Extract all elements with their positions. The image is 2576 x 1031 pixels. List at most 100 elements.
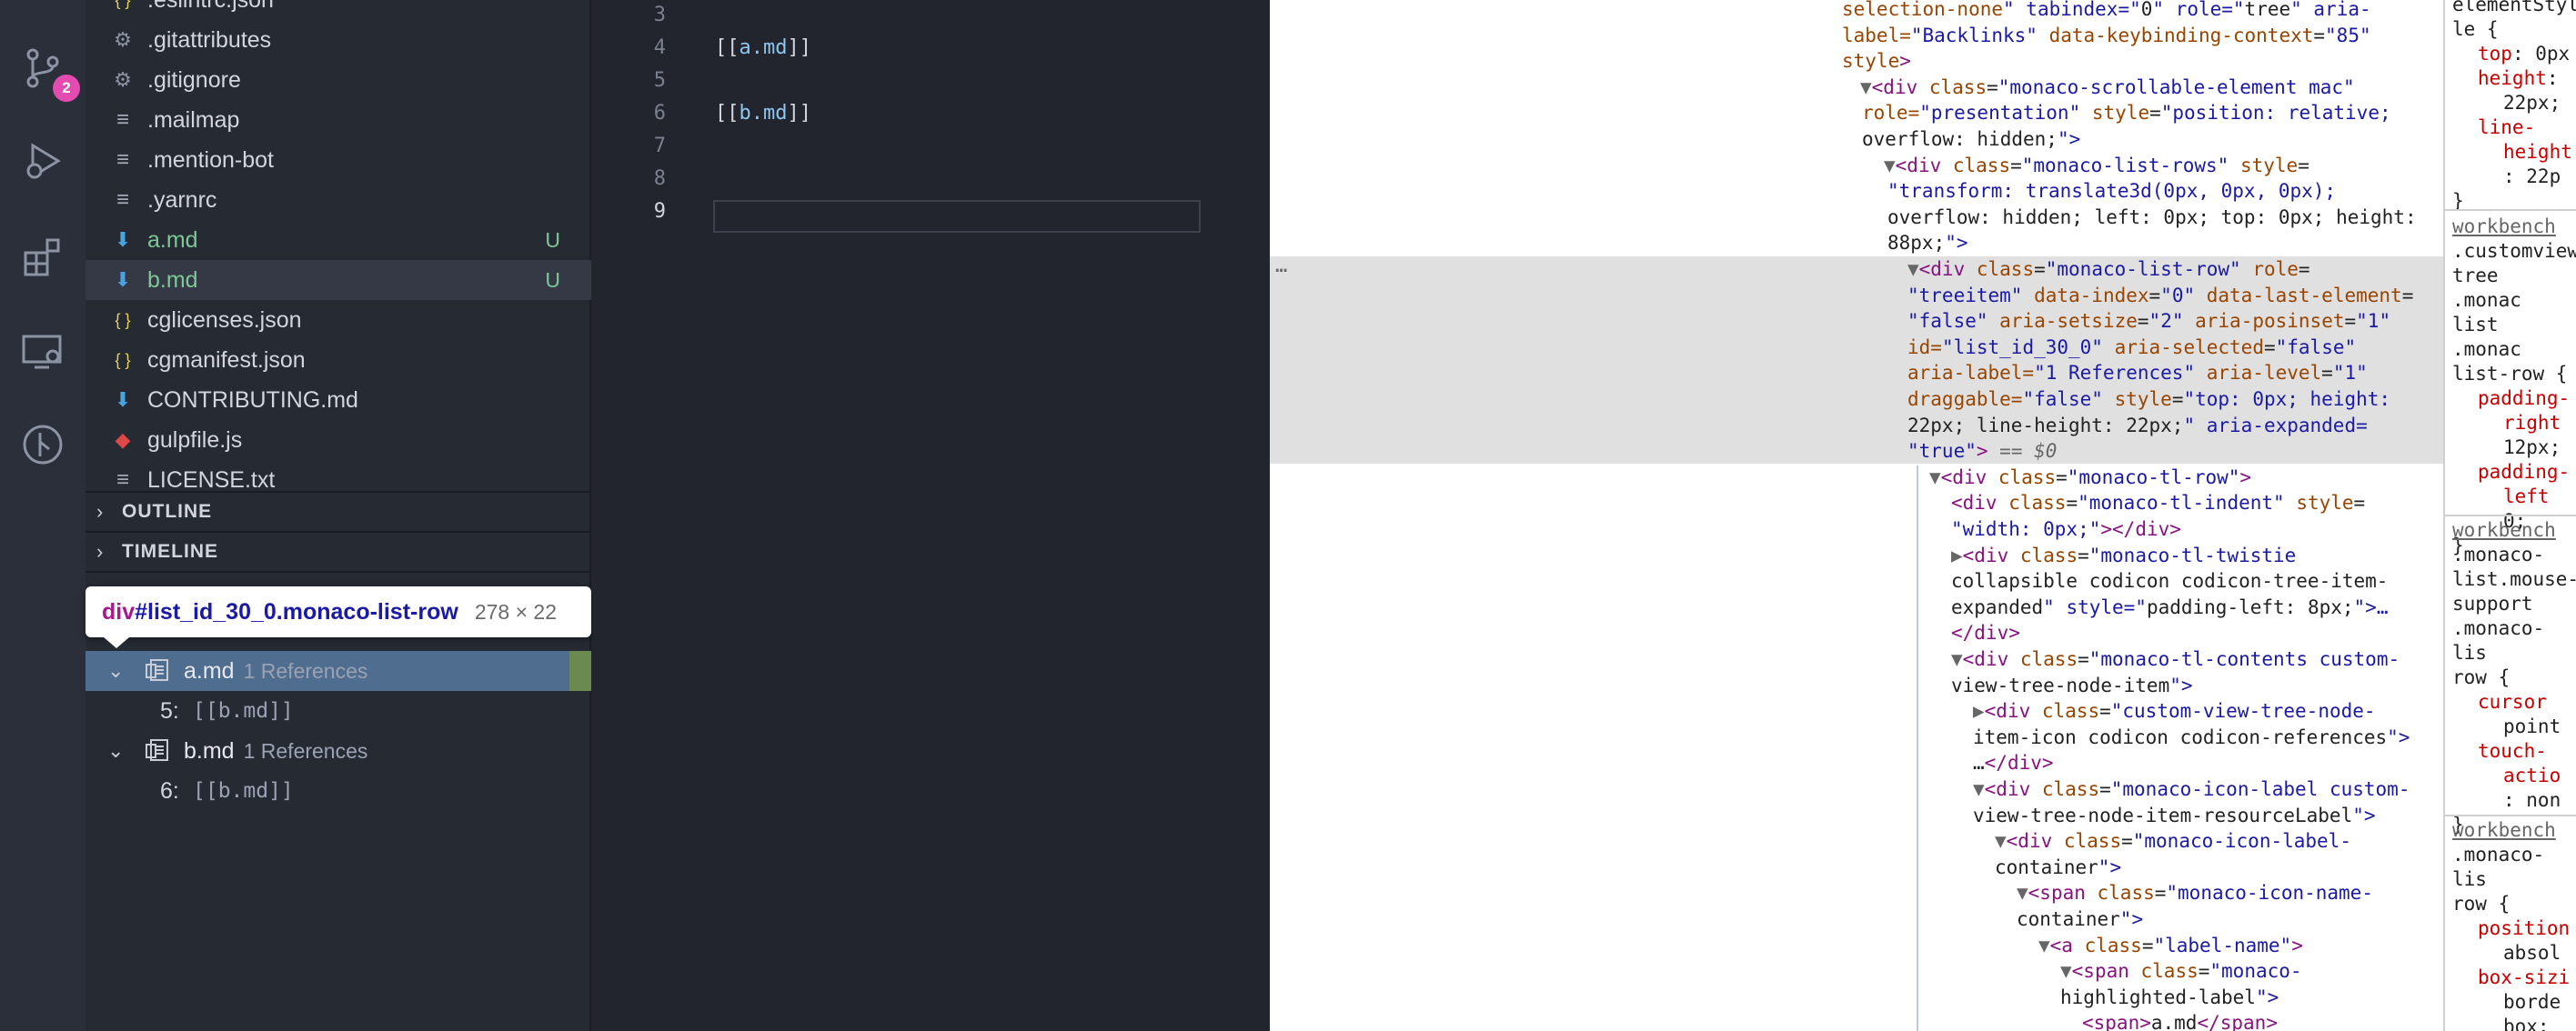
file-row[interactable]: ⬇ a.md U <box>86 220 591 260</box>
dom-node-selected[interactable]: ▼<div class="monaco-list-row" role= <box>1270 256 2443 282</box>
style-property[interactable]: right <box>2452 411 2576 435</box>
dom-node-line[interactable]: item-icon codicon codicon-references"> <box>1270 725 2443 750</box>
dom-node-selected[interactable]: 22px; line-height: 22px;" aria-expanded= <box>1270 412 2443 438</box>
stylesheet-link[interactable]: workbench <box>2452 518 2576 543</box>
dom-ellipsis[interactable]: … <box>1275 255 1287 277</box>
dom-node-line[interactable]: </div> <box>1270 620 2443 646</box>
wiki-link[interactable]: a.md <box>740 36 788 59</box>
dom-node-line[interactable]: role="presentation" style="position: rel… <box>1270 100 2443 125</box>
dom-node-line[interactable]: label="Backlinks" data-keybinding-contex… <box>1270 23 2443 48</box>
dom-node-line[interactable]: overflow: hidden; left: 0px; top: 0px; h… <box>1270 205 2443 230</box>
style-property[interactable]: box-sizi <box>2452 966 2576 990</box>
dom-node-line[interactable]: "transform: translate3d(0px, 0px, 0px); <box>1270 178 2443 204</box>
elements-tree[interactable]: selection-none" tabindex="0" role="tree"… <box>1270 0 2443 1031</box>
backlink-line-row[interactable]: 6: [[b.md]] <box>86 771 591 811</box>
dom-node-line[interactable]: ▼<div class="monaco-tl-row"> <box>1270 465 2443 490</box>
dom-node-selected[interactable]: "false" aria-setsize="2" aria-posinset="… <box>1270 308 2443 335</box>
style-property[interactable]: touch- <box>2452 739 2576 764</box>
editor-line[interactable]: 4 [[a.md]] <box>593 36 1270 69</box>
dom-node-line[interactable]: "width: 0px;"></div> <box>1270 516 2443 542</box>
backlink-line-row[interactable]: 5: [[b.md]] <box>86 691 591 731</box>
backlink-file-row[interactable]: ⌄ b.md 1 References <box>86 731 591 771</box>
dom-node-selected[interactable]: aria-label="1 References" aria-level="1" <box>1270 360 2443 386</box>
file-row[interactable]: { } .eslintrc.json <box>86 0 591 20</box>
style-property[interactable]: height <box>2478 67 2547 89</box>
extensions-icon[interactable] <box>18 233 67 282</box>
file-row[interactable]: ⚙ .gitignore <box>86 60 591 100</box>
style-value[interactable]: : 22p <box>2452 165 2576 189</box>
style-value[interactable]: box; <box>2452 1015 2576 1031</box>
dom-node-line[interactable]: view-tree-node-item-resourceLabel"> <box>1270 803 2443 828</box>
dom-node-line[interactable]: ▶<div class="monaco-tl-twistie <box>1270 543 2443 568</box>
style-value[interactable]: borde <box>2452 990 2576 1015</box>
editor-line[interactable]: 3 <box>593 4 1270 36</box>
dom-node-selected[interactable]: "treeitem" data-index="0" data-last-elem… <box>1270 282 2443 308</box>
wiki-link[interactable]: b.md <box>740 102 788 125</box>
file-row[interactable]: { } cglicenses.json <box>86 300 591 340</box>
dom-node-line[interactable]: ▼<div class="monaco-icon-label custom- <box>1270 776 2443 802</box>
dom-node-line[interactable]: container"> <box>1270 906 2443 932</box>
dom-node-line[interactable]: ▼<div class="monaco-icon-label- <box>1270 828 2443 854</box>
style-property[interactable]: line- <box>2452 115 2576 140</box>
dom-node-line[interactable]: ▼<div class="monaco-tl-contents custom- <box>1270 646 2443 672</box>
editor-line[interactable]: 7 <box>593 135 1270 167</box>
dom-node-selected[interactable]: "true"> == $0 <box>1270 438 2443 465</box>
file-row[interactable]: ⬇ CONTRIBUTING.md <box>86 380 591 420</box>
dom-node-line[interactable]: style> <box>1270 48 2443 74</box>
run-debug-icon[interactable] <box>18 136 67 185</box>
dom-node-line[interactable]: expanded" style="padding-left: 8px;">… <box>1270 595 2443 620</box>
stylesheet-link[interactable]: workbench <box>2452 215 2576 239</box>
dom-node-line[interactable]: ▼<div class="monaco-scrollable-element m… <box>1270 75 2443 100</box>
dom-node-line[interactable]: highlighted-label"> <box>1270 985 2443 1010</box>
dom-node-line[interactable]: ▼<span class="monaco-icon-name- <box>1270 880 2443 906</box>
file-row[interactable]: ⬇ b.md U <box>86 260 591 300</box>
remote-explorer-icon[interactable] <box>18 327 67 376</box>
file-row[interactable]: ≡ .mention-bot <box>86 140 591 180</box>
style-property[interactable]: padding- <box>2452 460 2576 485</box>
git-graph-icon[interactable] <box>18 420 67 469</box>
file-row[interactable]: { } cgmanifest.json <box>86 340 591 380</box>
style-property[interactable]: padding- <box>2452 386 2576 411</box>
style-value[interactable]: : 0px <box>2512 43 2570 65</box>
dom-node-line[interactable]: ▶<div class="custom-view-tree-node- <box>1270 698 2443 724</box>
style-value[interactable]: 12px; <box>2452 435 2576 460</box>
dom-node-line[interactable]: ▼<div class="monaco-list-rows" style= <box>1270 153 2443 178</box>
dom-node-line[interactable]: selection-none" tabindex="0" role="tree"… <box>1270 0 2443 22</box>
editor-line[interactable]: 5 <box>593 69 1270 102</box>
dom-node-line[interactable]: ▼<span class="monaco- <box>1270 958 2443 984</box>
timeline-section-header[interactable]: › TIMELINE <box>86 531 591 571</box>
editor-line[interactable]: 8 <box>593 167 1270 200</box>
source-control-icon[interactable]: 2 <box>18 44 80 102</box>
editor-pane[interactable]: 3 4 [[a.md]] 5 6 [[b.md]] 7 8 9 <box>593 0 1270 1031</box>
style-value[interactable]: : non <box>2452 788 2576 813</box>
style-property[interactable]: position <box>2452 916 2576 941</box>
dom-node-line[interactable]: <div class="monaco-tl-indent" style= <box>1270 490 2443 516</box>
dom-node-line[interactable]: collapsible codicon codicon-tree-item- <box>1270 568 2443 594</box>
outline-section-header[interactable]: › OUTLINE <box>86 491 591 531</box>
file-row[interactable]: ◆ gulpfile.js <box>86 420 591 460</box>
dom-node-line[interactable]: view-tree-node-item"> <box>1270 673 2443 698</box>
backlink-file-row[interactable]: ⌄ a.md 1 References <box>86 651 591 691</box>
style-value[interactable]: point <box>2452 715 2576 739</box>
styles-pane[interactable]: elementStyle le { top: 0px height: 22px;… <box>2443 0 2576 1031</box>
file-row[interactable]: ⚙ .gitattributes <box>86 20 591 60</box>
dom-node-line[interactable]: 88px;"> <box>1270 230 2443 255</box>
dom-node-line[interactable]: <span>a.md</span> <box>1270 1010 2443 1031</box>
file-row[interactable]: ≡ .yarnrc <box>86 180 591 220</box>
style-property[interactable]: height <box>2452 140 2576 165</box>
dom-node-line[interactable]: ▼<a class="label-name"> <box>1270 933 2443 958</box>
style-property[interactable]: top <box>2478 43 2512 65</box>
file-row[interactable]: ≡ .mailmap <box>86 100 591 140</box>
dom-node-line[interactable]: …</div> <box>1270 750 2443 776</box>
dom-node-line[interactable]: container"> <box>1270 855 2443 880</box>
style-property[interactable]: actio <box>2452 764 2576 788</box>
style-property[interactable]: left <box>2452 485 2576 509</box>
style-value[interactable]: 22px; <box>2452 91 2576 115</box>
editor-line[interactable]: 6 [[b.md]] <box>593 102 1270 135</box>
dom-node-selected[interactable]: id="list_id_30_0" aria-selected="false" <box>1270 334 2443 360</box>
dom-node-line[interactable]: overflow: hidden;"> <box>1270 126 2443 152</box>
stylesheet-link[interactable]: workbench <box>2452 818 2576 843</box>
style-property[interactable]: cursor <box>2452 690 2576 715</box>
style-value[interactable]: absol <box>2452 941 2576 966</box>
dom-node-selected[interactable]: draggable="false" style="top: 0px; heigh… <box>1270 386 2443 412</box>
